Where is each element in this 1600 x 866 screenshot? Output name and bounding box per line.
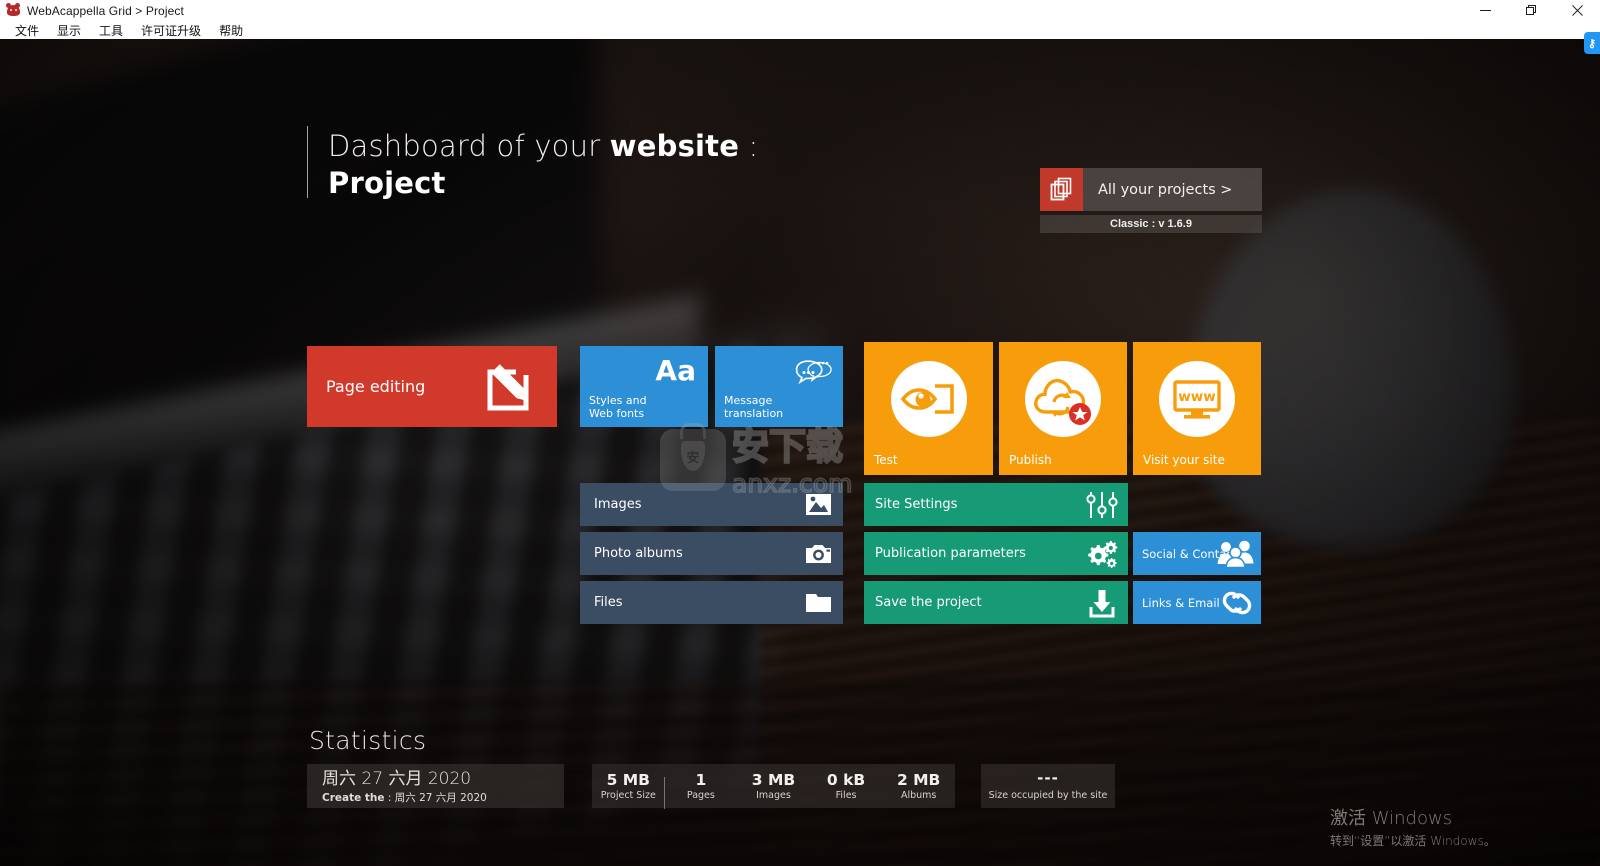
tile-publication-parameters[interactable]: Publication parameters (864, 532, 1128, 575)
tile-publish[interactable]: Publish (999, 342, 1127, 475)
people-group-icon (1217, 539, 1255, 573)
statistics-created: Create the : 周六 27 六月 2020 (322, 791, 564, 805)
stat-images: 3 MB Images (737, 771, 810, 802)
tile-visit-label: Visit your site (1143, 453, 1225, 467)
tile-site-settings-label: Site Settings (875, 497, 958, 512)
gears-icon (1086, 539, 1118, 574)
cloud-sync-icon (1024, 360, 1102, 443)
statistics-created-label: Create the (322, 792, 385, 804)
tile-files[interactable]: Files (580, 581, 843, 624)
tile-page-editing-label: Page editing (326, 377, 426, 396)
tile-styles-label: Styles and Web fonts (589, 394, 647, 420)
stat-files-value: 0 kB (826, 770, 866, 789)
speech-bubbles-icon (794, 355, 834, 394)
tile-links-email[interactable]: Links & Email (1133, 581, 1261, 624)
title-prefix: Dashboard of your (328, 129, 610, 163)
stat-project-size: 5 MB Project Size (592, 770, 665, 809)
tile-page-editing[interactable]: Page editing (307, 346, 557, 427)
key-icon-tab[interactable]: ⚷ (1584, 32, 1600, 54)
title-rule (307, 126, 308, 198)
eye-preview-icon (890, 360, 968, 443)
menu-bar: 文件 显示 工具 许可证升级 帮助 (0, 21, 1600, 39)
stat-project-size-value: 5 MB (606, 770, 650, 789)
statistics-date: 周六 27 六月 2020 (322, 769, 472, 789)
all-projects-label: All your projects > (1098, 181, 1233, 198)
statistics-panel: 5 MB Project Size 1 Pages 3 MB Images 0 … (592, 764, 955, 809)
app-logo-icon (6, 3, 21, 18)
tile-visit-your-site[interactable]: www Visit your site (1133, 342, 1261, 475)
maximize-restore-button[interactable] (1508, 0, 1554, 21)
menu-item-view[interactable]: 显示 (48, 22, 90, 39)
stat-images-key: Images (756, 789, 791, 801)
tile-site-settings[interactable]: Site Settings (864, 483, 1128, 526)
stat-images-value: 3 MB (751, 770, 796, 789)
title-suffix: : (739, 129, 759, 163)
background-dim-overlay (0, 39, 1600, 866)
tile-links-email-label: Links & Email (1142, 596, 1220, 610)
sliders-icon (1086, 490, 1118, 525)
statistics-created-sep: : (384, 792, 395, 804)
statistics-title: Statistics (309, 726, 427, 755)
statistics-site-size-panel: --- Size occupied by the site (981, 764, 1115, 808)
aa-typography-icon: Aa (655, 354, 696, 387)
tile-message-translation[interactable]: Message translation (715, 346, 843, 427)
tile-photo-albums[interactable]: Photo albums (580, 532, 843, 575)
stat-albums-value: 2 MB (896, 770, 941, 789)
site-size-value: --- (1037, 769, 1059, 787)
dashboard-stage: Dashboard of your website : Project All … (0, 39, 1600, 866)
site-size-key: Size occupied by the site (988, 790, 1108, 801)
version-bar: Classic : v 1.6.9 (1040, 215, 1262, 233)
stat-project-size-key: Project Size (600, 789, 656, 801)
svg-text:www: www (1178, 389, 1215, 405)
all-projects-button[interactable]: All your projects > (1040, 168, 1262, 211)
stat-albums: 2 MB Albums (882, 771, 955, 802)
statistics-created-value: 周六 27 六月 2020 (394, 792, 487, 804)
page-title: Dashboard of your website : Project (307, 126, 759, 198)
project-name: Project (328, 166, 446, 200)
stat-pages: 1 Pages (665, 771, 738, 802)
tile-photo-albums-label: Photo albums (594, 546, 683, 561)
stat-pages-key: Pages (686, 789, 715, 801)
tile-test-label: Test (874, 453, 898, 467)
stat-albums-key: Albums (900, 789, 937, 801)
stat-pages-value: 1 (695, 770, 707, 789)
chain-link-icon (1221, 588, 1255, 622)
tile-save-the-project[interactable]: Save the project (864, 581, 1128, 624)
monitor-www-icon: www (1158, 360, 1236, 443)
pencil-square-icon (483, 358, 540, 420)
tile-images-label: Images (594, 497, 642, 512)
tile-translation-label: Message translation (724, 394, 784, 420)
title-bar: WebAcappella Grid > Project (0, 0, 1600, 21)
menu-item-help[interactable]: 帮助 (210, 22, 252, 39)
minimize-button[interactable] (1462, 0, 1508, 21)
folder-icon (805, 590, 832, 620)
tile-social-contact[interactable]: Social & Contact (1133, 532, 1261, 575)
title-strong: website (609, 129, 740, 163)
version-label: Classic : v 1.6.9 (1110, 218, 1192, 230)
menu-item-file[interactable]: 文件 (6, 22, 48, 39)
documents-stack-icon (1040, 168, 1083, 211)
statistics-date-panel: 周六 27 六月 2020 Create the : 周六 27 六月 2020 (307, 764, 564, 808)
window-controls (1462, 0, 1600, 21)
tile-files-label: Files (594, 595, 623, 610)
download-save-icon (1086, 588, 1118, 623)
menu-item-tools[interactable]: 工具 (90, 22, 132, 39)
camera-icon (805, 541, 832, 571)
window-title: WebAcappella Grid > Project (27, 3, 184, 18)
tile-test[interactable]: Test (864, 342, 993, 475)
tile-publication-parameters-label: Publication parameters (875, 546, 1026, 561)
tile-publish-label: Publish (1009, 453, 1052, 467)
tile-save-label: Save the project (875, 595, 982, 610)
tile-images[interactable]: Images (580, 483, 843, 526)
stat-files: 0 kB Files (810, 771, 883, 802)
menu-item-license-upgrade[interactable]: 许可证升级 (132, 22, 210, 39)
picture-icon (805, 492, 832, 522)
stat-files-key: Files (835, 789, 857, 801)
tile-styles-web-fonts[interactable]: Aa Styles and Web fonts (580, 346, 708, 427)
close-button[interactable] (1554, 0, 1600, 21)
